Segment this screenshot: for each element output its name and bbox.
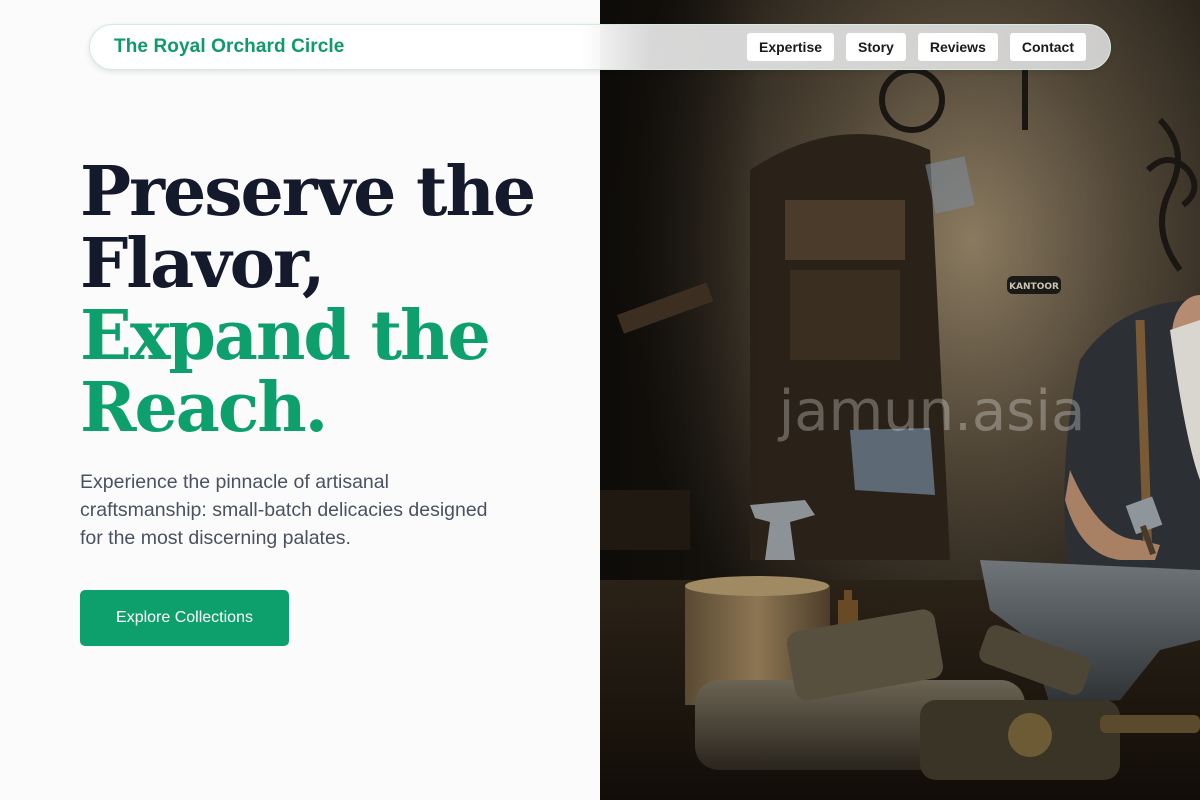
blacksmith-workshop-illustration: KANTOOR jamun.asia [600, 0, 1200, 800]
nav-link-story[interactable]: Story [846, 33, 906, 61]
watermark-text: jamun.asia [777, 379, 1086, 444]
headline-line-1: Preserve the [80, 152, 536, 232]
kantoor-sign: KANTOOR [1009, 282, 1059, 292]
headline-line-2: Flavor, [80, 224, 326, 304]
hero-headline: Preserve the Flavor, Expand the Reach. [80, 156, 580, 444]
headline-accent-line-2: Reach. [80, 368, 328, 448]
nav-link-contact[interactable]: Contact [1009, 33, 1086, 61]
nav-links: Expertise Story Reviews Contact [746, 33, 1086, 61]
hero-photo: KANTOOR jamun.asia [600, 0, 1200, 800]
hero-section: Preserve the Flavor, Expand the Reach. E… [80, 156, 580, 552]
nav-link-reviews[interactable]: Reviews [917, 33, 998, 61]
explore-collections-button[interactable]: Explore Collections [80, 590, 289, 646]
headline-accent-line-1: Expand the [80, 296, 491, 376]
hero-lead-text: Experience the pinnacle of artisanal cra… [80, 471, 488, 549]
nav-link-expertise[interactable]: Expertise [746, 33, 835, 61]
brand-logo[interactable]: The Royal Orchard Circle [114, 36, 344, 58]
top-navbar: The Royal Orchard Circle Expertise Story… [89, 24, 1111, 70]
